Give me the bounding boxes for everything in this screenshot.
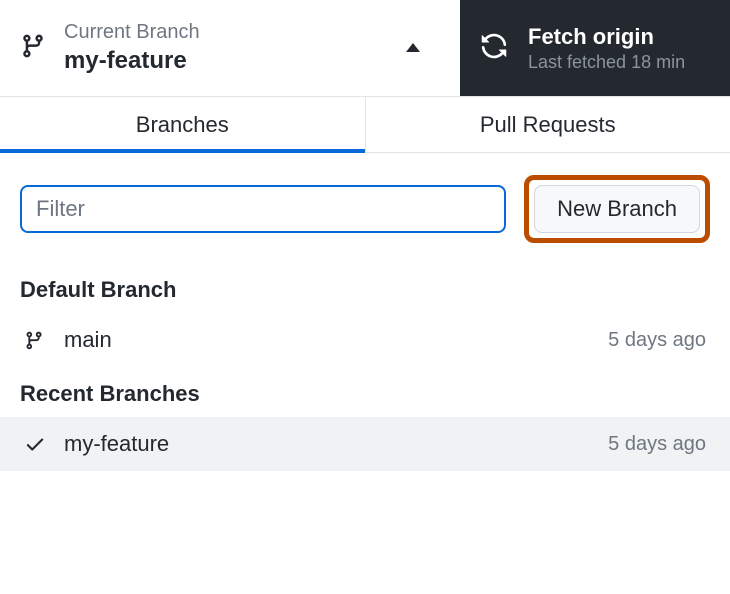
tab-pull-requests[interactable]: Pull Requests xyxy=(366,97,730,152)
default-branch-header: Default Branch xyxy=(0,263,730,313)
fetch-subtitle: Last fetched 18 min xyxy=(528,52,685,73)
branch-item-recent[interactable]: my-feature 5 days ago xyxy=(0,417,730,471)
branch-name: my-feature xyxy=(64,431,608,457)
branch-time: 5 days ago xyxy=(608,329,706,352)
sync-icon xyxy=(480,32,508,65)
fetch-title: Fetch origin xyxy=(528,24,685,50)
new-branch-highlight: New Branch xyxy=(524,175,710,243)
tabs: Branches Pull Requests xyxy=(0,97,730,153)
new-branch-button[interactable]: New Branch xyxy=(534,185,700,233)
filter-input[interactable] xyxy=(20,185,506,233)
git-branch-icon xyxy=(20,31,46,66)
fetch-origin-button[interactable]: Fetch origin Last fetched 18 min xyxy=(460,0,730,96)
branch-info: Current Branch my-feature xyxy=(64,21,406,75)
branch-item-default[interactable]: main 5 days ago xyxy=(0,313,730,367)
branch-selector[interactable]: Current Branch my-feature xyxy=(0,0,460,96)
chevron-up-icon xyxy=(406,39,420,57)
current-branch-label: Current Branch xyxy=(64,21,406,44)
git-branch-icon xyxy=(24,329,52,352)
branch-name: main xyxy=(64,327,608,353)
branch-time: 5 days ago xyxy=(608,433,706,456)
recent-branches-header: Recent Branches xyxy=(0,367,730,417)
current-branch-name: my-feature xyxy=(64,47,406,75)
toolbar: New Branch xyxy=(0,153,730,263)
check-icon xyxy=(24,433,52,455)
tab-branches[interactable]: Branches xyxy=(0,97,366,152)
fetch-info: Fetch origin Last fetched 18 min xyxy=(528,24,685,73)
